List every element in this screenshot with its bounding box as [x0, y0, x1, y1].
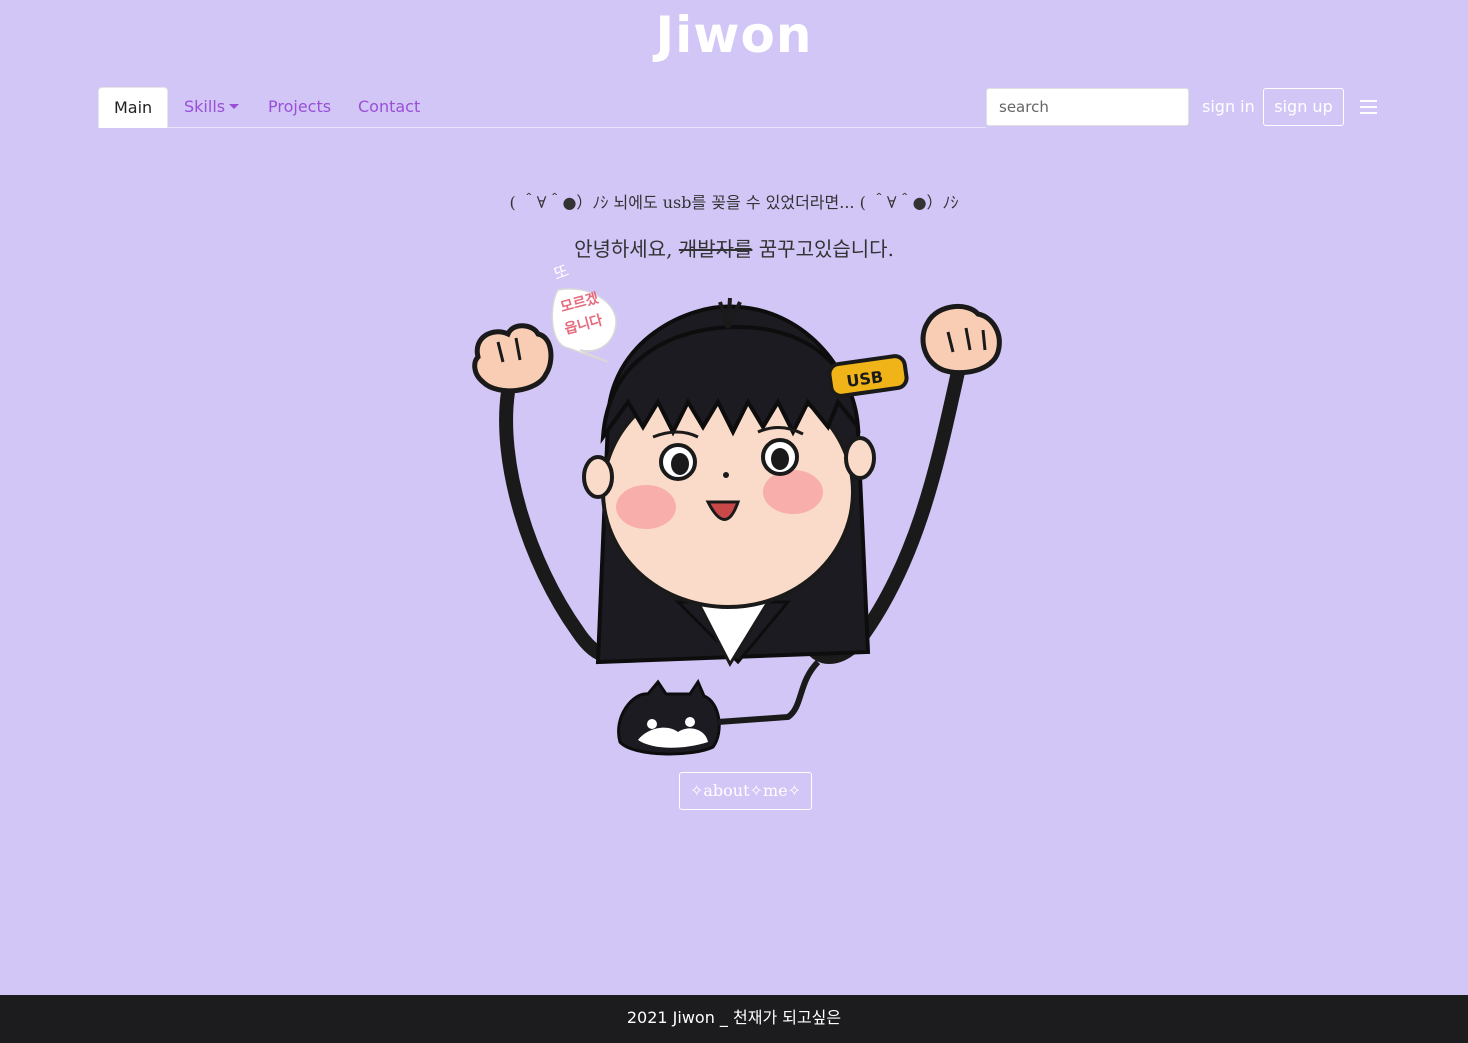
- footer-text: 2021 Jiwon _ 천재가 되고싶은: [626, 1008, 842, 1027]
- tab-projects-label: Projects: [268, 97, 332, 116]
- sign-in-link[interactable]: sign in: [1196, 88, 1261, 126]
- greeting-suffix: 꿈꾸고있습니다.: [752, 237, 894, 261]
- tab-main[interactable]: Main: [98, 87, 169, 128]
- about-me-button[interactable]: ✧about✧me✧: [679, 772, 812, 810]
- left-fist: [472, 323, 554, 394]
- bubble-extra-text: 또: [551, 262, 571, 284]
- tab-projects[interactable]: Projects: [268, 87, 331, 128]
- cat: [617, 659, 821, 756]
- character-illustration: 또 모르겠 읍니다 USB: [472, 262, 1002, 756]
- face: [582, 297, 876, 609]
- site-title[interactable]: Jiwon: [0, 6, 1468, 64]
- sign-up-button[interactable]: sign up: [1263, 88, 1344, 126]
- tab-contact-label: Contact: [358, 97, 421, 116]
- tab-skills-dropdown[interactable]: Skills: [184, 87, 240, 128]
- nav-tabs: Main Skills Projects Contact: [98, 87, 986, 128]
- tab-main-label: Main: [114, 98, 153, 117]
- right-fist: [920, 303, 1002, 376]
- menu-icon[interactable]: [1358, 98, 1380, 116]
- caret-down-icon: [229, 104, 240, 109]
- hero-greeting: 안녕하세요, 개발자를 꿈꾸고있습니다.: [0, 233, 1468, 262]
- greeting-prefix: 안녕하세요,: [574, 237, 679, 261]
- greeting-strike: 개발자를: [678, 237, 753, 261]
- speech-bubble: 또 모르겠 읍니다: [551, 262, 617, 363]
- hero-tagline: ( ＾∀＾●）ﾉｼ 뇌에도 usb를 꽂을 수 있었더라면... ( ＾∀＾●）…: [509, 193, 959, 212]
- usb-stick: USB: [827, 354, 909, 398]
- tab-skills-label: Skills: [184, 97, 226, 116]
- search-input[interactable]: [986, 88, 1189, 126]
- tab-contact[interactable]: Contact: [358, 87, 420, 128]
- footer: 2021 Jiwon _ 천재가 되고싶은: [0, 995, 1468, 1043]
